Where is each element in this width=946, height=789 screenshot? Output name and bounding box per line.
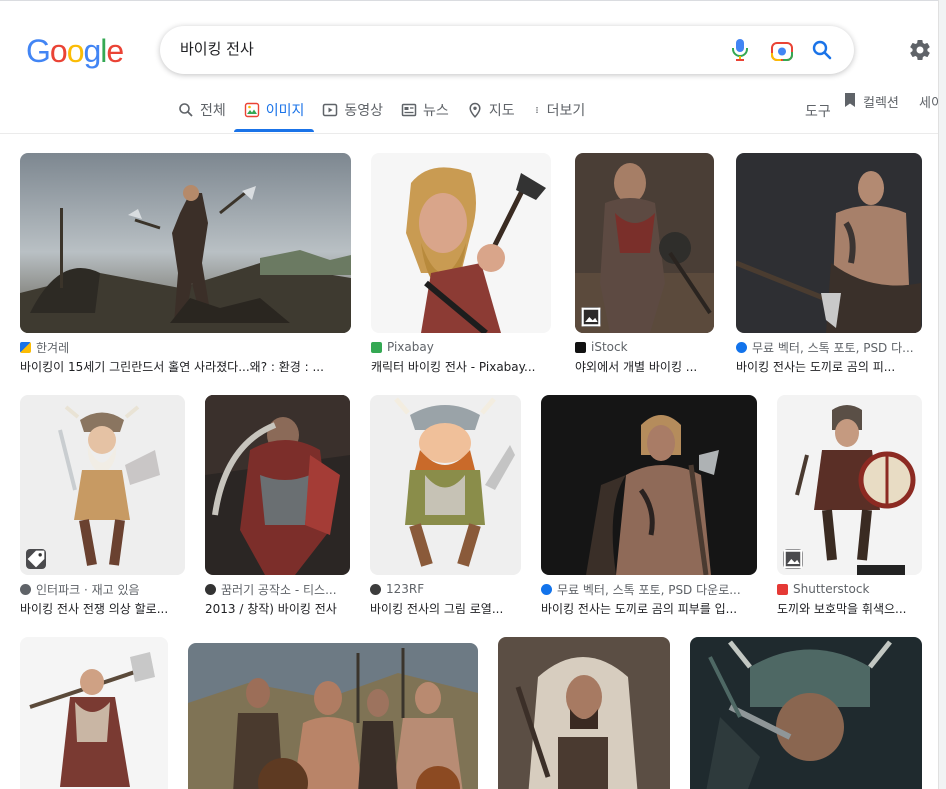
settings-gear-icon[interactable] (908, 38, 932, 62)
tab-label: 이미지 (265, 103, 305, 119)
image-result-card[interactable]: 123RF 바이킹 전사의 그림 로열... (370, 395, 521, 617)
shutterstock-favicon (777, 583, 788, 595)
image-badge-icon (783, 549, 803, 569)
image-result-card[interactable]: 무료 벡터, 스톡 포토, PSD 다... 바이킹 전사는 도끼로 곰의 피.… (736, 153, 922, 375)
freepik-favicon (736, 341, 747, 353)
tab-label: 동영상 (344, 103, 384, 119)
result-source: 한겨레 (20, 339, 351, 355)
image-result-card[interactable]: iStock 야외에서 개별 바이킹 ... (575, 153, 714, 375)
result-title[interactable]: 바이킹 전사는 도끼로 곰의 피... (736, 358, 922, 375)
123rf-favicon (370, 583, 381, 595)
news-icon (401, 103, 417, 117)
result-source: 무료 벡터, 스톡 포토, PSD 다... (736, 339, 922, 355)
tab-news[interactable]: 뉴스 (401, 96, 449, 132)
result-thumbnail[interactable] (575, 153, 714, 333)
hani-favicon (20, 341, 31, 353)
result-thumbnail[interactable] (205, 395, 350, 575)
tab-label: 지도 (488, 103, 515, 119)
camera-search-icon[interactable] (770, 39, 794, 63)
tab-all[interactable]: 전체 (178, 96, 226, 132)
image-result-card[interactable] (20, 637, 168, 789)
logo-letter: G (26, 33, 51, 69)
result-thumbnail[interactable] (777, 395, 922, 575)
result-thumbnail[interactable] (20, 153, 351, 333)
tab-label: 더보기 (546, 103, 586, 119)
result-source: 인터파크 · 재고 있음 (20, 581, 185, 597)
result-thumbnail[interactable] (370, 395, 521, 575)
collections-button[interactable]: 컬렉션 (843, 92, 899, 111)
logo-letter: e (106, 33, 124, 69)
result-title[interactable]: 바이킹 전사의 그림 로열... (370, 600, 521, 617)
search-icon[interactable] (810, 38, 834, 62)
result-title[interactable]: 바이킹 전사는 도끼로 곰의 피부를 입... (541, 600, 757, 617)
search-tabs: 전체 이미지 동영상 뉴스 지도 더보기 (178, 96, 603, 132)
pixabay-favicon (371, 341, 382, 353)
result-title[interactable]: 캐릭터 바이킹 전사 - Pixabay... (371, 358, 551, 375)
image-result-card[interactable]: Shutterstock 도끼와 보호막을 휘색으... (777, 395, 922, 617)
istock-favicon (575, 341, 586, 353)
image-result-card[interactable]: 한겨레 바이킹이 15세기 그린란드서 홀연 사라졌다...왜? : 환경 : … (20, 153, 351, 375)
tab-images[interactable]: 이미지 (233, 96, 314, 132)
result-title[interactable]: 바이킹 전사 전쟁 의상 할로... (20, 600, 185, 617)
search-input[interactable] (180, 39, 700, 57)
image-result-card[interactable]: 인터파크 · 재고 있음 바이킹 전사 전쟁 의상 할로... (20, 395, 185, 617)
video-icon (323, 103, 338, 117)
tab-videos[interactable]: 동영상 (322, 96, 383, 132)
search-icon (179, 103, 193, 117)
tab-label: 전체 (200, 103, 226, 119)
shopping-tag-icon (26, 549, 46, 569)
freepik-favicon (541, 583, 552, 595)
result-thumbnail[interactable] (541, 395, 757, 575)
result-title[interactable]: 야외에서 개별 바이킹 ... (575, 358, 714, 375)
tab-more[interactable]: 더보기 (533, 96, 586, 132)
globe-icon (20, 583, 31, 595)
result-title[interactable]: 바이킹이 15세기 그린란드서 홀연 사라졌다...왜? : 환경 : ... (20, 358, 351, 375)
header-divider (0, 133, 938, 134)
result-title[interactable]: 2013 / 창작) 바이킹 전사 (205, 600, 350, 617)
image-result-card[interactable]: 꿈러기 공작소 - 티스... 2013 / 창작) 바이킹 전사 (205, 395, 350, 617)
image-result-card[interactable]: 무료 벡터, 스톡 포토, PSD 다운로... 바이킹 전사는 도끼로 곰의 … (541, 395, 757, 617)
vertical-scrollbar[interactable] (938, 0, 946, 789)
top-border (0, 0, 946, 1)
tools-button[interactable]: 도구 (805, 101, 831, 121)
result-thumbnail[interactable] (736, 153, 922, 333)
result-thumbnail[interactable] (188, 643, 478, 789)
logo-letter: o (49, 33, 68, 69)
result-thumbnail[interactable] (498, 637, 670, 789)
more-vert-icon (535, 107, 538, 113)
result-source: Shutterstock (777, 581, 922, 597)
image-result-card[interactable] (690, 637, 922, 789)
result-title[interactable]: 도끼와 보호막을 휘색으... (777, 600, 922, 617)
bookmark-icon (845, 93, 855, 107)
tab-maps[interactable]: 지도 (467, 96, 515, 132)
search-box[interactable] (160, 26, 854, 74)
collections-label: 컬렉션 (863, 96, 899, 111)
result-source: Pixabay (371, 339, 551, 355)
result-source: iStock (575, 339, 714, 355)
result-thumbnail[interactable] (20, 395, 185, 575)
image-result-card[interactable] (498, 637, 670, 789)
result-source: 무료 벡터, 스톡 포토, PSD 다운로... (541, 581, 757, 597)
map-pin-icon (469, 102, 481, 118)
logo-letter: g (83, 33, 101, 69)
result-thumbnail[interactable] (690, 637, 922, 789)
image-result-card[interactable]: Pixabay 캐릭터 바이킹 전사 - Pixabay... (371, 153, 551, 375)
result-source: 꿈러기 공작소 - 티스... (205, 581, 350, 597)
image-result-card[interactable] (188, 643, 478, 789)
logo-letter: o (66, 33, 85, 69)
result-source: 123RF (370, 581, 521, 597)
tab-label: 뉴스 (423, 103, 449, 119)
image-badge-icon (581, 307, 601, 327)
microphone-icon[interactable] (730, 38, 750, 62)
google-logo[interactable]: Google (26, 33, 124, 70)
result-thumbnail[interactable] (371, 153, 551, 333)
image-icon (244, 102, 259, 118)
tistory-favicon (205, 583, 216, 595)
result-thumbnail[interactable] (20, 637, 168, 789)
